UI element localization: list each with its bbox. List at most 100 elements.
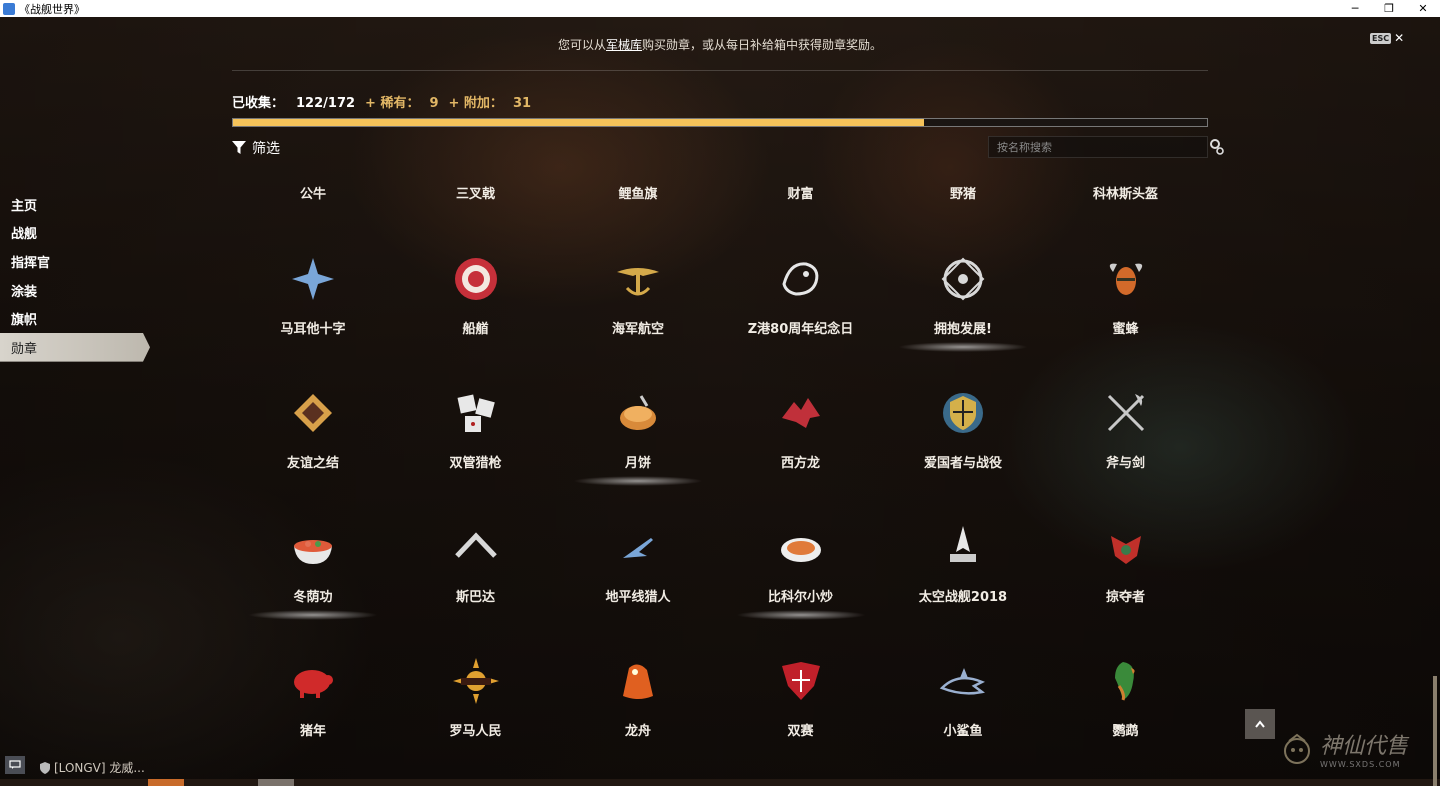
medal-item[interactable]: 小鲨鱼: [882, 656, 1044, 786]
chat-button[interactable]: [5, 756, 25, 774]
medal-label: 龙舟: [624, 724, 651, 739]
medal-item[interactable]: 掠夺者: [1045, 522, 1207, 656]
esc-key-badge: ESC: [1370, 32, 1392, 44]
medal-label: 斯巴达: [455, 590, 495, 605]
medal-label: 月饼: [624, 456, 651, 471]
medal-label: 冬荫功: [293, 590, 333, 605]
medal-item[interactable]: 猪年: [232, 656, 394, 786]
medal-label: 太空战舰2018: [918, 590, 1008, 605]
chevron-icon: [451, 522, 501, 572]
sidebar-nav: 主页 战舰 指挥官 涂装 旗帜 勋章: [0, 190, 150, 362]
medal-label: 海军航空: [611, 322, 664, 337]
scroll-to-top-button[interactable]: [1245, 709, 1275, 739]
hint-text: 您可以从军械库购买勋章，或从每日补给箱中获得勋章奖励。: [232, 36, 1208, 53]
nav-item-commanders[interactable]: 指挥官: [0, 247, 150, 276]
bee-icon: [1101, 254, 1151, 304]
chat-icon: [9, 760, 21, 769]
medal-item[interactable]: 鹦鹉: [1045, 656, 1207, 786]
app-icon: [3, 2, 15, 15]
medal-grid-top-labels: 公牛 三叉戟 鲤鱼旗 财富 野猪 科林斯头盔: [232, 183, 1208, 207]
medal-item[interactable]: 地平线猎人: [557, 522, 719, 656]
medal-label: 罗马人民: [449, 724, 502, 739]
dice-icon: [451, 388, 501, 438]
medal-row: 冬荫功 斯巴达 地平线猎人 比科尔小炒 太空战舰2018 掠夺者: [232, 522, 1208, 656]
medal-item[interactable]: 友谊之结: [232, 388, 394, 522]
watermark-brand: 神仙代售: [1320, 734, 1409, 759]
medal-item[interactable]: 海军航空: [557, 254, 719, 388]
medal-label[interactable]: 鲤鱼旗: [557, 183, 719, 202]
medal-item[interactable]: 冬荫功: [232, 522, 394, 656]
medal-label: 地平线猎人: [605, 590, 671, 605]
wings-anchor-icon: [613, 254, 663, 304]
progress-fill: [233, 119, 924, 126]
space-ship-icon: [938, 522, 988, 572]
medal-item[interactable]: 双管猎枪: [395, 388, 557, 522]
pig-icon: [288, 656, 338, 706]
medal-item[interactable]: 比科尔小炒: [720, 522, 882, 656]
medal-label[interactable]: 科林斯头盔: [1045, 183, 1207, 202]
target-icon: [451, 254, 501, 304]
axe-sword-icon: [1101, 388, 1151, 438]
selection-glow: [898, 342, 1028, 352]
medal-item[interactable]: 罗马人民: [395, 656, 557, 786]
collected-label: 已收集：: [232, 96, 285, 111]
scrollbar-thumb[interactable]: [1433, 676, 1437, 786]
chat-text: [LONGV] 龙威...: [54, 761, 145, 775]
medal-label: 双管猎枪: [449, 456, 502, 471]
filter-label: 筛选: [252, 141, 280, 157]
nav-item-camouflage[interactable]: 涂装: [0, 276, 150, 305]
medal-label[interactable]: 公牛: [232, 183, 394, 202]
nav-item-home[interactable]: 主页: [0, 190, 150, 219]
selection-glow: [735, 610, 866, 620]
medal-item[interactable]: 斧与剑: [1045, 388, 1207, 522]
medal-item[interactable]: 西方龙: [720, 388, 882, 522]
esc-close-button[interactable]: ESC ✕: [1370, 31, 1404, 45]
shield-icon: [40, 761, 50, 774]
mooncake-icon: [613, 388, 663, 438]
medal-label[interactable]: 财富: [720, 183, 882, 202]
search-input[interactable]: [988, 136, 1208, 158]
filter-icon: [232, 141, 246, 154]
gear-icon[interactable]: [1209, 138, 1225, 156]
medal-item[interactable]: 月饼: [557, 388, 719, 522]
nav-item-medals[interactable]: 勋章: [0, 332, 150, 362]
restore-button[interactable]: ❐: [1372, 0, 1406, 17]
shield-icon: [938, 388, 988, 438]
medal-item[interactable]: 拥抱发展!: [882, 254, 1044, 388]
medal-row: 猪年 罗马人民 龙舟 双赛 小鲨鱼 鹦鹉: [232, 656, 1208, 786]
medal-label: 斧与剑: [1105, 456, 1145, 471]
crest-icon: [776, 656, 826, 706]
medal-label: 爱国者与战役: [923, 456, 1002, 471]
selection-glow: [248, 610, 378, 620]
minimize-button[interactable]: ─: [1338, 0, 1372, 17]
jet-icon: [613, 522, 663, 572]
medal-item[interactable]: 爱国者与战役: [882, 388, 1044, 522]
medal-item[interactable]: 太空战舰2018: [882, 522, 1044, 656]
medal-item[interactable]: Z港80周年纪念日: [720, 254, 882, 388]
watermark: 神仙代售 WWW.SXDS.COM: [1280, 728, 1408, 769]
mascot-icon: [1284, 733, 1310, 764]
medal-label[interactable]: 野猪: [882, 183, 1044, 202]
close-button[interactable]: ✕: [1406, 0, 1440, 17]
medal-label: 比科尔小炒: [767, 590, 833, 605]
medal-label: 猪年: [299, 724, 326, 739]
rare-value: 9: [429, 96, 439, 111]
maltese-cross-icon: [288, 254, 338, 304]
nav-item-flags[interactable]: 旗帜: [0, 304, 150, 333]
emblem-icon: [938, 254, 988, 304]
raider-icon: [1101, 522, 1151, 572]
medal-item[interactable]: 双赛: [720, 656, 882, 786]
medal-item[interactable]: 船艏: [395, 254, 557, 388]
medal-item[interactable]: 蜜蜂: [1045, 254, 1207, 388]
armory-link[interactable]: 军械库: [606, 38, 642, 52]
medal-item[interactable]: 龙舟: [557, 656, 719, 786]
parrot-icon: [1101, 656, 1151, 706]
medal-label: 拥抱发展!: [934, 322, 992, 337]
medal-label: 马耳他十字: [280, 322, 346, 337]
nav-item-ships[interactable]: 战舰: [0, 219, 150, 248]
medal-item[interactable]: 斯巴达: [395, 522, 557, 656]
window-title: 《战舰世界》: [19, 2, 85, 16]
medal-label[interactable]: 三叉戟: [395, 183, 557, 202]
medal-item[interactable]: 马耳他十字: [232, 254, 394, 388]
filter-button[interactable]: 筛选: [232, 138, 280, 158]
